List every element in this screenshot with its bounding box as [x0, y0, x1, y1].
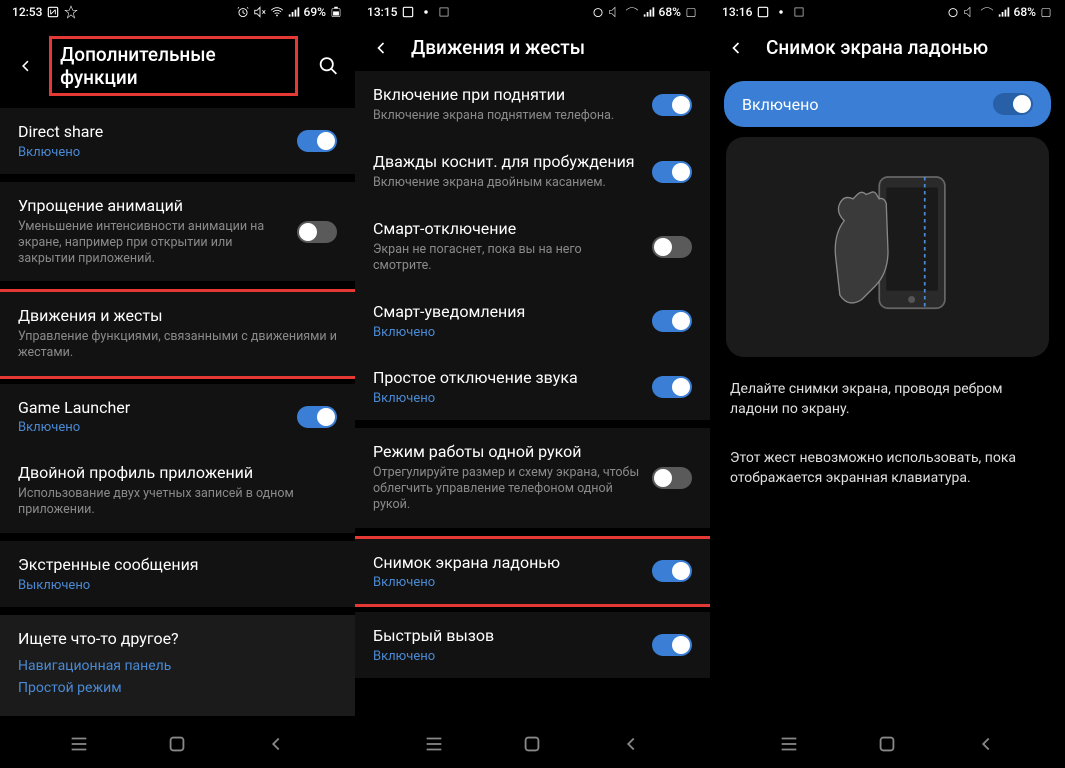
- highlight-motions: Движения и жесты Управление функциями, с…: [0, 289, 355, 378]
- nav-home[interactable]: [521, 733, 543, 755]
- toggle-palm-swipe[interactable]: [652, 560, 692, 582]
- back-icon[interactable]: [371, 38, 391, 58]
- wifi-icon: [625, 5, 639, 19]
- settings-list: Direct share Включено Упрощение анимаций…: [0, 108, 355, 720]
- page-title: Дополнительные функции: [60, 43, 216, 89]
- wifi-icon: [270, 5, 284, 19]
- status-bar: 12:53 69%: [0, 0, 355, 24]
- mute-icon: [253, 5, 267, 19]
- setting-direct-call[interactable]: Быстрый вызов Включено: [355, 612, 710, 678]
- enabled-label: Включено: [742, 95, 818, 114]
- status-bar: 13:15 68%: [355, 0, 710, 24]
- nav-recents[interactable]: [68, 733, 90, 755]
- signal-icon: [642, 5, 656, 19]
- back-icon[interactable]: [726, 38, 746, 58]
- description-1: Делайте снимки экрана, проводя ребром ла…: [710, 365, 1065, 434]
- screen-advanced-features: 12:53 69% Дополнительные функции Direct …: [0, 0, 355, 768]
- toggle-smart-stay[interactable]: [652, 236, 692, 258]
- wifi-icon: [980, 5, 994, 19]
- status-bar: 13:16 68%: [710, 0, 1065, 24]
- mute-icon: [963, 5, 977, 19]
- gesture-illustration: [726, 137, 1049, 357]
- setting-reduce-animations[interactable]: Упрощение анимаций Уменьшение интенсивно…: [0, 182, 355, 282]
- toggle-direct-share[interactable]: [297, 130, 337, 152]
- signal-icon: [997, 5, 1011, 19]
- page-title: Движения и жесты: [411, 36, 694, 59]
- alarm-icon: [591, 5, 605, 19]
- nav-back[interactable]: [265, 733, 287, 755]
- toggle-double-tap-wake[interactable]: [652, 161, 692, 183]
- toggle-lift-to-wake[interactable]: [652, 94, 692, 116]
- mute-icon: [608, 5, 622, 19]
- setting-palm-swipe[interactable]: Снимок экрана ладонью Включено: [355, 539, 710, 605]
- location-icon: [64, 5, 78, 19]
- toggle-one-handed[interactable]: [652, 467, 692, 489]
- palm-swipe-illustration-icon: [818, 157, 958, 337]
- content: Включено Делайте снимки экрана, проводя …: [710, 71, 1065, 720]
- status-battery: 68%: [659, 5, 681, 19]
- setting-dual-messenger[interactable]: Двойной профиль приложений Использование…: [0, 449, 355, 532]
- setting-double-tap-wake[interactable]: Дважды коснит. для пробуждения Включение…: [355, 138, 710, 205]
- setting-sos-messages[interactable]: Экстренные сообщения Выключено: [0, 541, 355, 607]
- status-battery: 68%: [1014, 5, 1036, 19]
- screen-motions-gestures: 13:15 68% Движения и жесты Включение при…: [355, 0, 710, 768]
- battery-icon: [329, 5, 343, 19]
- lookup-card: Ищете что-то другое? Навигационная панел…: [0, 615, 355, 716]
- screen-palm-swipe: 13:16 68% Снимок экрана ладонью Включено: [710, 0, 1065, 768]
- nfc-icon: [46, 5, 60, 19]
- signal-icon: [287, 5, 301, 19]
- battery-icon: [1039, 5, 1053, 19]
- nav-back[interactable]: [975, 733, 997, 755]
- screenshot-icon: [437, 5, 451, 19]
- setting-game-launcher[interactable]: Game Launcher Включено: [0, 384, 355, 450]
- status-time: 12:53: [12, 5, 42, 19]
- nfc-icon: [401, 5, 415, 19]
- status-time: 13:16: [722, 5, 752, 19]
- nav-recents[interactable]: [423, 733, 445, 755]
- nfc-icon: [756, 5, 770, 19]
- header: Дополнительные функции: [0, 24, 355, 108]
- header: Снимок экрана ладонью: [710, 24, 1065, 71]
- alarm-icon: [946, 5, 960, 19]
- nav-recents[interactable]: [778, 733, 800, 755]
- setting-smart-stay[interactable]: Смарт-отключение Экран не погаснет, пока…: [355, 205, 710, 288]
- setting-smart-alert[interactable]: Смарт-уведомления Включено: [355, 288, 710, 354]
- status-time: 13:15: [367, 5, 397, 19]
- battery-icon: [684, 5, 698, 19]
- lookup-title: Ищете что-то другое?: [18, 629, 337, 648]
- master-toggle-bar[interactable]: Включено: [724, 81, 1051, 127]
- nav-home[interactable]: [876, 733, 898, 755]
- toggle-easy-mute[interactable]: [652, 376, 692, 398]
- setting-direct-share[interactable]: Direct share Включено: [0, 108, 355, 174]
- search-icon[interactable]: [318, 55, 339, 77]
- screenshot-icon: [792, 5, 806, 19]
- nav-bar: [355, 720, 710, 768]
- nav-bar: [710, 720, 1065, 768]
- setting-lift-to-wake[interactable]: Включение при поднятии Включение экрана …: [355, 71, 710, 138]
- description-2: Этот жест невозможно использовать, пока …: [710, 434, 1065, 503]
- setting-motions-gestures[interactable]: Движения и жесты Управление функциями, с…: [0, 292, 355, 375]
- back-icon[interactable]: [16, 56, 35, 76]
- location-icon: [774, 5, 788, 19]
- nav-bar: [0, 720, 355, 768]
- nav-home[interactable]: [166, 733, 188, 755]
- toggle-reduce-animations[interactable]: [297, 221, 337, 243]
- settings-list: Включение при поднятии Включение экрана …: [355, 71, 710, 720]
- location-icon: [419, 5, 433, 19]
- setting-one-handed[interactable]: Режим работы одной рукой Отрегулируйте р…: [355, 428, 710, 528]
- toggle-direct-call[interactable]: [652, 634, 692, 656]
- header: Движения и жесты: [355, 24, 710, 71]
- highlight-palm-swipe: Снимок экрана ладонью Включено: [355, 536, 710, 608]
- master-toggle[interactable]: [993, 93, 1033, 115]
- page-title: Снимок экрана ладонью: [766, 36, 1049, 59]
- nav-back[interactable]: [620, 733, 642, 755]
- alarm-icon: [236, 5, 250, 19]
- toggle-smart-alert[interactable]: [652, 310, 692, 332]
- title-highlight: Дополнительные функции: [49, 36, 298, 96]
- toggle-game-launcher[interactable]: [297, 406, 337, 428]
- setting-easy-mute[interactable]: Простое отключение звука Включено: [355, 354, 710, 420]
- status-battery: 69%: [304, 5, 326, 19]
- lookup-link-easy-mode[interactable]: Простой режим: [18, 680, 337, 696]
- lookup-link-navbar[interactable]: Навигационная панель: [18, 658, 337, 674]
